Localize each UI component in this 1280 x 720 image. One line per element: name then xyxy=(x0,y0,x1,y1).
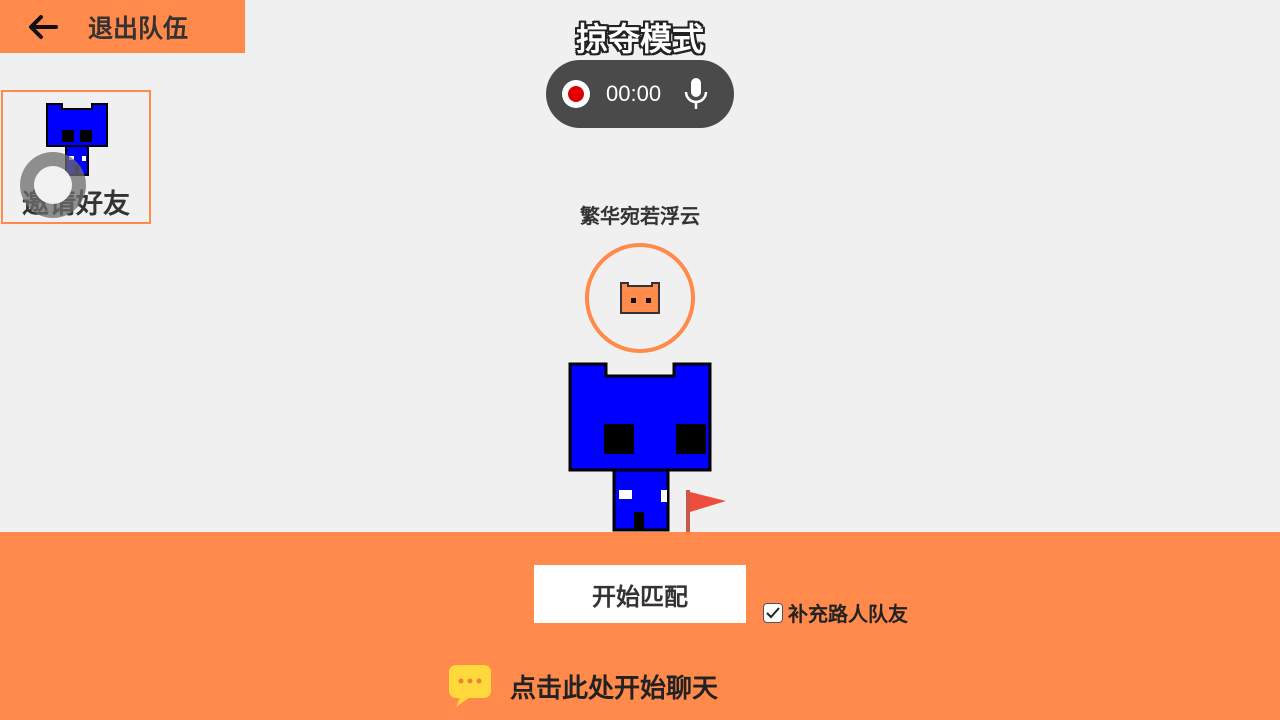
chat-bubble-icon xyxy=(449,665,491,707)
chat-prompt-label: 点击此处开始聊天 xyxy=(510,673,719,704)
player-avatar[interactable] xyxy=(585,243,695,353)
microphone-icon[interactable] xyxy=(683,77,709,111)
fill-random-teammates-option[interactable]: 补充路人队友 xyxy=(763,598,908,627)
screen-recorder: 00:00 xyxy=(546,60,734,128)
bottom-panel: 开始匹配 补充路人队友 点击此处开始聊天 xyxy=(0,532,1280,720)
record-timer: 00:00 xyxy=(606,81,662,106)
avatar-orange-cat-icon xyxy=(620,282,660,314)
player-name: 繁华宛若浮云 xyxy=(580,204,700,228)
mode-title: 掠夺模式 xyxy=(575,20,704,58)
checkmark-icon xyxy=(766,606,780,618)
start-matching-button[interactable]: 开始匹配 xyxy=(534,565,746,623)
fill-teammates-label: 补充路人队友 xyxy=(788,602,908,626)
flag-icon xyxy=(686,490,726,532)
record-icon[interactable] xyxy=(562,80,590,108)
open-chat-button[interactable]: 点击此处开始聊天 xyxy=(448,664,718,708)
fill-teammates-checkbox[interactable] xyxy=(763,602,783,623)
